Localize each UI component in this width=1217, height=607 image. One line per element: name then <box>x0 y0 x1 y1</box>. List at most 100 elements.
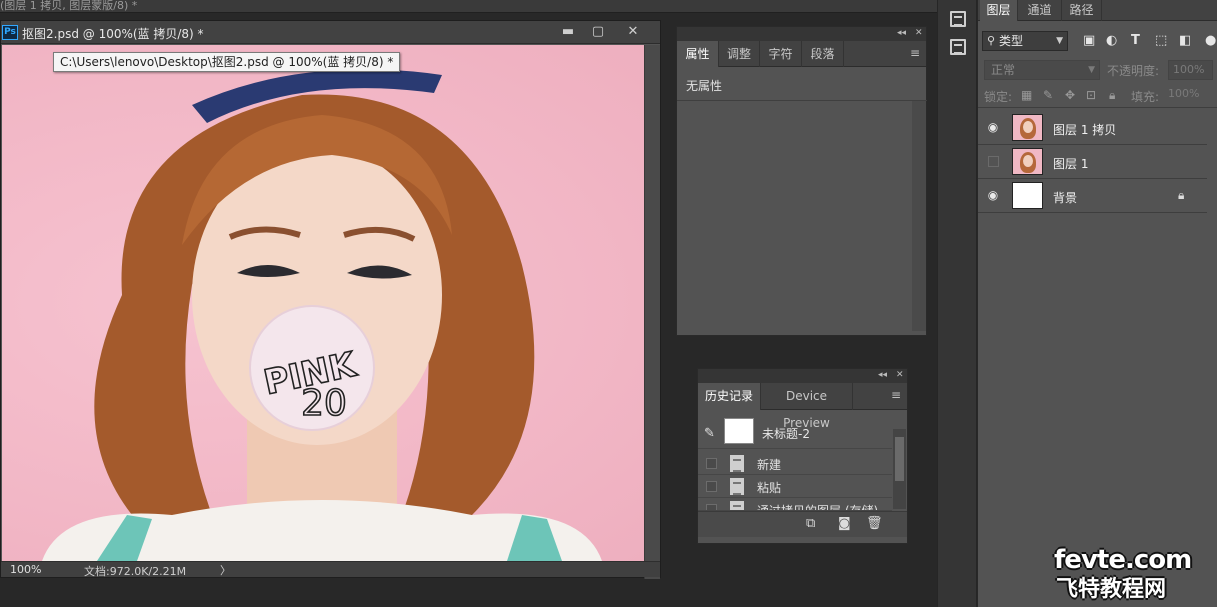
document-window: Ps 抠图2.psd @ 100%(蓝 拷贝/8) * ▬ ▢ ✕ PINK 2… <box>0 20 661 579</box>
layer-filter-select[interactable]: ⚲ 类型 ▼ <box>982 31 1068 51</box>
close-document-button[interactable]: ✕ <box>621 22 645 41</box>
history-panel-header[interactable]: ◂◂ ✕ <box>698 369 907 383</box>
layer-name[interactable]: 图层 1 <box>1053 155 1088 172</box>
history-state-icon <box>730 455 744 472</box>
history-source-checkbox[interactable] <box>706 504 717 510</box>
adjustment-filter-icon[interactable]: ◐ <box>1106 33 1117 48</box>
document-title-bar[interactable]: Ps 抠图2.psd @ 100%(蓝 拷贝/8) * ▬ ▢ ✕ <box>1 21 660 44</box>
document-info: 文档:972.0K/2.21M <box>84 565 187 578</box>
watermark-site-name: 飞特教程网 <box>1056 577 1167 602</box>
properties-divider <box>677 100 927 101</box>
create-snapshot-icon[interactable]: ◙ <box>838 516 851 531</box>
layer-thumbnail <box>1012 182 1043 209</box>
close-panel-icon[interactable]: ✕ <box>896 370 904 380</box>
layer-name[interactable]: 图层 1 拷贝 <box>1053 121 1116 138</box>
properties-panel-header[interactable]: ◂◂ ✕ <box>677 27 926 41</box>
panel-dock-column <box>937 0 977 607</box>
history-brush-icon[interactable]: ✎ <box>704 426 715 441</box>
history-state-label: 新建 <box>757 458 782 472</box>
tab-device-preview[interactable]: Device Preview <box>761 383 853 430</box>
eye-icon[interactable]: ◉ <box>986 188 1000 202</box>
close-panel-icon[interactable]: ✕ <box>915 28 923 38</box>
history-state[interactable]: 粘贴 <box>698 475 892 498</box>
layer-row[interactable]: 图层 1 <box>978 145 1207 179</box>
type-filter-icon[interactable]: T <box>1131 33 1140 48</box>
app-title-strip: (图层 1 拷贝, 图层蒙版/8) * <box>0 0 937 13</box>
blend-row: 正常 ▼ 不透明度: 100% <box>978 58 1217 83</box>
history-source-checkbox[interactable] <box>706 481 717 492</box>
lock-position-icon[interactable]: ✥ <box>1065 88 1075 102</box>
properties-dock-icon[interactable] <box>950 11 966 27</box>
eye-icon[interactable]: ◉ <box>986 120 1000 134</box>
tab-history[interactable]: 历史记录 <box>698 383 761 410</box>
history-footer: ⧉ ◙ 🗑 <box>698 511 907 537</box>
smart-object-filter-icon[interactable]: ◧ <box>1179 33 1191 48</box>
properties-panel: ◂◂ ✕ 属性 调整 字符 段落 ≡ 无属性 <box>676 26 927 336</box>
panel-menu-icon[interactable]: ≡ <box>891 388 901 402</box>
lock-image-icon[interactable]: ✎ <box>1043 88 1053 102</box>
layers-panel: 图层 通道 路径 ⚲ 类型 ▼ ▣ ◐ T ⬚ ◧ ● 正常 ▼ 不透明度: 1… <box>978 0 1217 607</box>
fill-label: 填充: <box>1131 90 1160 104</box>
shape-filter-icon[interactable]: ⬚ <box>1155 33 1167 48</box>
blend-mode-select[interactable]: 正常 ▼ <box>984 60 1100 80</box>
vertical-scrollbar[interactable] <box>644 45 660 579</box>
tab-layers[interactable]: 图层 <box>980 0 1018 21</box>
filter-toggle-icon[interactable]: ● <box>1205 33 1216 48</box>
lock-label: 锁定: <box>984 90 1013 104</box>
fill-field[interactable]: 100% <box>1168 87 1199 100</box>
history-state[interactable]: 新建 <box>698 452 892 475</box>
lock-transparent-icon[interactable]: ▦ <box>1021 88 1032 102</box>
visibility-toggle-off[interactable] <box>988 156 999 167</box>
collapse-panel-icon[interactable]: ◂◂ <box>878 370 887 380</box>
chevron-down-icon: ▼ <box>1056 36 1063 46</box>
document-canvas[interactable]: PINK 20 <box>2 45 644 561</box>
tab-character[interactable]: 字符 <box>760 41 802 67</box>
pixel-filter-icon[interactable]: ▣ <box>1083 33 1095 48</box>
layer-thumbnail <box>1012 148 1043 175</box>
lock-icon[interactable]: 🔒︎ <box>1178 188 1184 203</box>
chevron-down-icon: ▼ <box>1088 65 1095 75</box>
document-tab-title[interactable]: 抠图2.psd @ 100%(蓝 拷贝/8) * <box>22 25 204 42</box>
history-state-label: 粘贴 <box>757 481 782 495</box>
status-menu-arrow-icon[interactable]: 〉 <box>220 562 231 578</box>
maximize-button[interactable]: ▢ <box>586 22 610 41</box>
status-bar: 100% 文档:972.0K/2.21M 〉 <box>1 561 660 578</box>
lock-artboard-icon[interactable]: ⊡ <box>1086 88 1096 102</box>
layer-thumbnail <box>1012 114 1043 141</box>
opacity-label: 不透明度: <box>1107 64 1160 78</box>
tab-properties[interactable]: 属性 <box>677 41 719 67</box>
history-source-checkbox[interactable] <box>706 458 717 469</box>
history-tabs: 历史记录 Device Preview ≡ <box>698 383 907 430</box>
history-state-label: 通过拷贝的图层 (存储) <box>757 504 879 511</box>
history-scrollbar[interactable] <box>893 429 906 509</box>
collapse-panel-icon[interactable]: ◂◂ <box>897 28 906 38</box>
panel-menu-icon[interactable]: ≡ <box>910 46 920 60</box>
lock-row: 锁定: ▦ ✎ ✥ ⊡ 🔒︎ 填充: 100% <box>978 84 1217 108</box>
delete-state-icon[interactable]: 🗑 <box>866 516 883 531</box>
history-snapshot[interactable]: ✎ 未标题-2 <box>698 417 892 449</box>
history-panel: ◂◂ ✕ 历史记录 Device Preview ≡ ✎ 未标题-2 新建 粘贴… <box>697 368 908 544</box>
no-properties-text: 无属性 <box>686 79 723 93</box>
canvas-photo: PINK 20 <box>42 69 602 561</box>
zoom-level-field[interactable]: 100% <box>10 563 41 576</box>
tab-channels[interactable]: 通道 <box>1018 0 1062 21</box>
layer-name[interactable]: 背景 <box>1053 189 1077 206</box>
layer-row[interactable]: ◉ 图层 1 拷贝 <box>978 111 1207 145</box>
document-path-tooltip: C:\Users\lenovo\Desktop\抠图2.psd @ 100%(蓝… <box>53 52 401 72</box>
history-state[interactable]: 通过拷贝的图层 (存储) <box>698 498 892 511</box>
properties-scrollbar[interactable] <box>912 101 926 331</box>
history-state-icon <box>730 478 744 495</box>
tab-paragraph[interactable]: 段落 <box>802 41 844 67</box>
history-scrollbar-thumb[interactable] <box>895 437 904 481</box>
tab-paths[interactable]: 路径 <box>1062 0 1102 21</box>
layer-row[interactable]: ◉ 背景 🔒︎ <box>978 179 1207 213</box>
search-icon: ⚲ <box>987 34 996 47</box>
lock-all-icon[interactable]: 🔒︎ <box>1109 88 1115 103</box>
new-document-from-state-icon[interactable]: ⧉ <box>806 516 815 531</box>
tab-adjustments[interactable]: 调整 <box>719 41 760 67</box>
photoshop-logo-icon: Ps <box>2 25 18 40</box>
history-dock-icon[interactable] <box>950 39 966 55</box>
opacity-field[interactable]: 100% <box>1168 60 1213 80</box>
app-title-text: (图层 1 拷贝, 图层蒙版/8) * <box>0 0 138 12</box>
minimize-button[interactable]: ▬ <box>556 22 580 41</box>
